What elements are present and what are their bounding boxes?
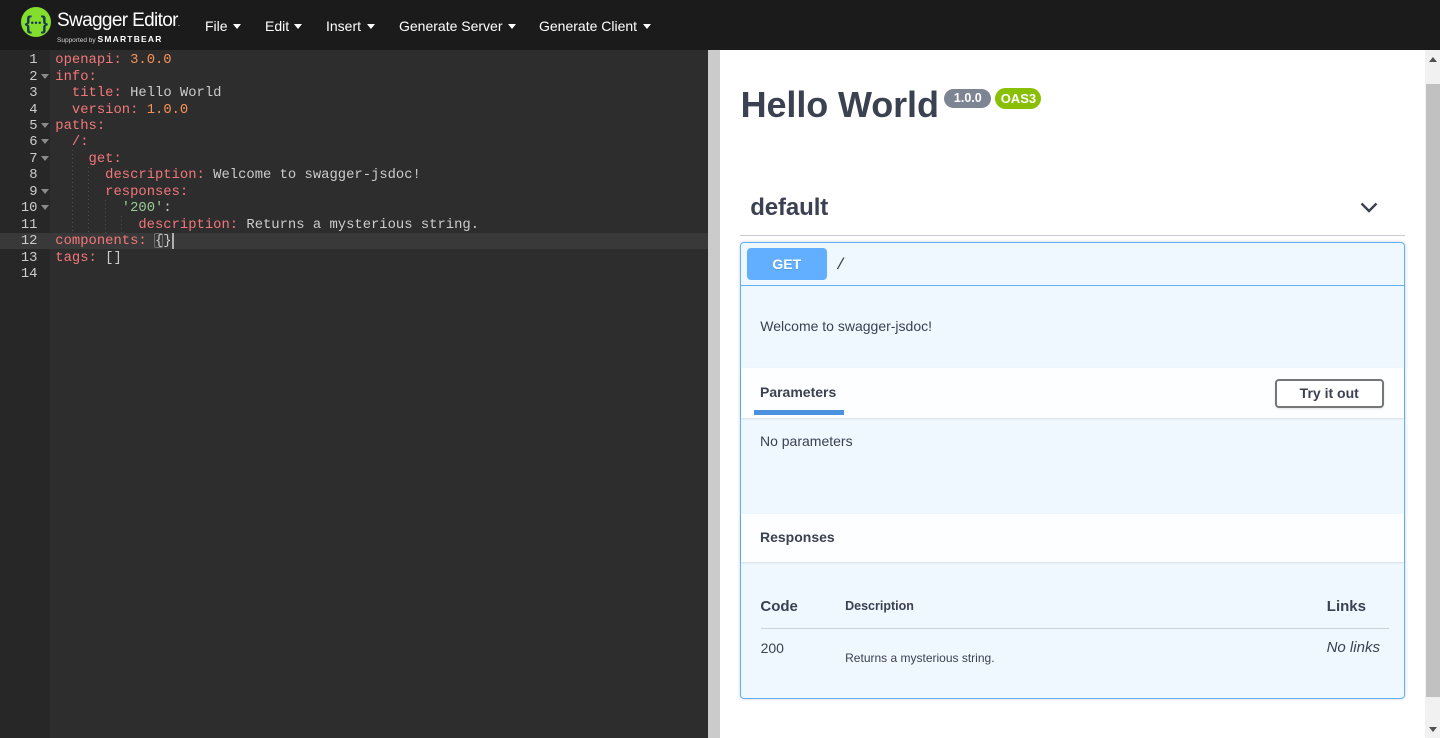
svg-text:{: { — [25, 13, 32, 34]
svg-text:}: } — [41, 13, 49, 34]
